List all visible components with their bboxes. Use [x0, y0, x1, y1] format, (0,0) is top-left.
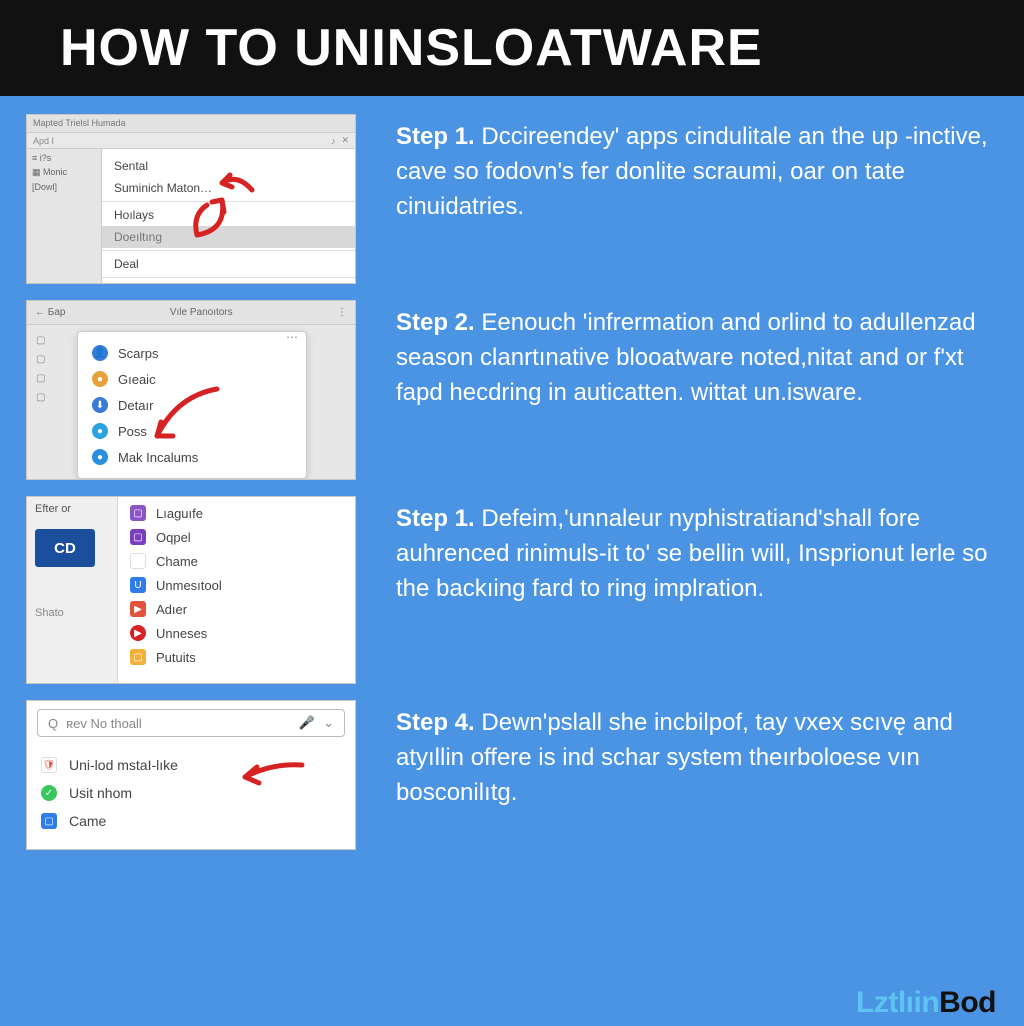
- search-icon: Q: [48, 716, 58, 731]
- annotation-arrow-icon: [237, 757, 307, 787]
- overflow-icon[interactable]: ⋯: [286, 330, 298, 344]
- step-text: Dewn'pslall she incbilpof, tay vxex scıv…: [396, 709, 953, 806]
- brand-part1: Lztlıin: [856, 986, 939, 1019]
- window-toolbar: Apd I ♪ ✕: [27, 133, 355, 149]
- more-icon[interactable]: ⋮: [337, 307, 347, 318]
- screenshot-2: ← Бар Vıle Panoıtors ⋮ ▢ ▢ ▢ ▢ ⋯ 👤Scarps…: [26, 300, 356, 480]
- step-description: Step 2. Eenouch 'infrermation and orlind…: [356, 300, 998, 416]
- list-item[interactable]: ▢Putuits: [118, 645, 355, 669]
- step-label: Step 4.: [396, 709, 475, 736]
- list-item[interactable]: ◉Chame: [118, 549, 355, 573]
- app-icon: ▶: [130, 625, 146, 641]
- page-title: HOW TO UNINSLOATWARE: [60, 18, 1024, 78]
- step-description: Step 4. Dewn'pslall she incbilpof, tay v…: [356, 700, 998, 816]
- annotation-arrow-icon: [147, 381, 227, 451]
- step-text: Defeim,'unnaleur nyphistratiand'shall fo…: [396, 505, 988, 602]
- menu-item[interactable]: Deal: [102, 253, 355, 275]
- window-toolbar: ← Бар Vıle Panoıtors ⋮: [27, 301, 355, 325]
- back-button[interactable]: ← Бар: [35, 307, 65, 318]
- side-rail: ▢ ▢ ▢ ▢: [33, 331, 73, 407]
- list-item[interactable]: ▢Oqpel: [118, 525, 355, 549]
- annotation-arrow-icon: [187, 190, 237, 240]
- left-panel: Efter or CD Shato: [27, 497, 117, 683]
- list-item[interactable]: ▢Came: [37, 807, 345, 835]
- brand-logo: LztlıinBod: [856, 986, 996, 1020]
- screenshot-1: Mapted Trielsl Humada Apd I ♪ ✕ ≡ i?s ▦ …: [26, 114, 356, 284]
- window-tab: Mapted Trielsl Humada: [27, 115, 355, 133]
- list-item[interactable]: UUnmesıtool: [118, 573, 355, 597]
- rail-icon[interactable]: ▢: [33, 369, 73, 388]
- shield-icon: 🛡: [41, 757, 57, 773]
- label: Shato: [35, 607, 109, 619]
- app-icon: ▶: [130, 601, 146, 617]
- close-icon[interactable]: ✕: [341, 135, 349, 146]
- screenshot-4: Q ʀev No thoall 🎤 ⌄ 🛡Uni-lod mstaI-lıke …: [26, 700, 356, 850]
- step-row-3: Efter or CD Shato ▢Lıaguıfe ▢Oqpel ◉Cham…: [26, 496, 998, 684]
- menu-item[interactable]: 👤Scarps: [78, 340, 306, 366]
- step-description: Step 1. Dccireendey' apps cindulitale an…: [356, 114, 998, 230]
- list-item[interactable]: ▢Lıaguıfe: [118, 501, 355, 525]
- sidebar-item[interactable]: [Dowl]: [32, 182, 96, 192]
- rail-icon[interactable]: ▢: [33, 388, 73, 407]
- dot-icon: ●: [92, 449, 108, 465]
- page-header: HOW TO UNINSLOATWARE: [0, 0, 1024, 96]
- step-row-1: Mapted Trielsl Humada Apd I ♪ ✕ ≡ i?s ▦ …: [26, 114, 998, 284]
- download-icon: ⬇: [92, 397, 108, 413]
- app-icon: ▢: [130, 529, 146, 545]
- list-item[interactable]: ▶Unneses: [118, 621, 355, 645]
- mic-icon[interactable]: 🎤: [299, 715, 315, 731]
- search-input[interactable]: Q ʀev No thoall 🎤 ⌄: [37, 709, 345, 737]
- sidebar-item[interactable]: ▦ Monic: [32, 167, 96, 178]
- brand-part2: Bod: [939, 986, 996, 1019]
- search-text: ʀev No thoall: [66, 716, 291, 731]
- app-icon: ▢: [41, 813, 57, 829]
- sidebar: ≡ i?s ▦ Monic [Dowl]: [27, 149, 101, 283]
- menu-item[interactable]: Bale▸: [102, 280, 355, 284]
- screenshot-3: Efter or CD Shato ▢Lıaguıfe ▢Oqpel ◉Cham…: [26, 496, 356, 684]
- person-icon: 👤: [92, 345, 108, 361]
- window-title: Vıle Panoıtors: [170, 307, 233, 318]
- app-icon: ▢: [130, 649, 146, 665]
- step-label: Step 2.: [396, 309, 475, 336]
- list-item[interactable]: ▶Adıer: [118, 597, 355, 621]
- step-text: Dccireendey' apps cindulitale an the up …: [396, 123, 988, 220]
- page-body: Mapted Trielsl Humada Apd I ♪ ✕ ≡ i?s ▦ …: [0, 96, 1024, 1026]
- toolbar-left: Apd I: [33, 136, 54, 146]
- rail-icon[interactable]: ▢: [33, 331, 73, 350]
- step-row-2: ← Бар Vıle Panoıtors ⋮ ▢ ▢ ▢ ▢ ⋯ 👤Scarps…: [26, 300, 998, 480]
- chrome-icon: ◉: [130, 553, 146, 569]
- menu-separator: [102, 277, 355, 278]
- dot-icon: ●: [92, 371, 108, 387]
- sidebar-item[interactable]: ≡ i?s: [32, 153, 96, 163]
- menu-separator: [102, 250, 355, 251]
- chevron-down-icon[interactable]: ⌄: [323, 715, 334, 731]
- step-label: Step 1.: [396, 123, 475, 150]
- app-list: ▢Lıaguıfe ▢Oqpel ◉Chame UUnmesıtool ▶Adı…: [117, 497, 355, 683]
- step-row-4: Q ʀev No thoall 🎤 ⌄ 🛡Uni-lod mstaI-lıke …: [26, 700, 998, 850]
- label: Efter or: [35, 503, 109, 515]
- dot-icon: ●: [92, 423, 108, 439]
- step-label: Step 1.: [396, 505, 475, 532]
- app-icon: U: [130, 577, 146, 593]
- rail-icon[interactable]: ▢: [33, 350, 73, 369]
- step-text: Eenouch 'infrermation and orlind to adul…: [396, 309, 976, 406]
- app-icon: ▢: [130, 505, 146, 521]
- step-description: Step 1. Defeim,'unnaleur nyphistratiand'…: [356, 496, 998, 612]
- toolbar-icons: ♪: [331, 136, 336, 146]
- check-icon: ✓: [41, 785, 57, 801]
- cd-badge: CD: [35, 529, 95, 567]
